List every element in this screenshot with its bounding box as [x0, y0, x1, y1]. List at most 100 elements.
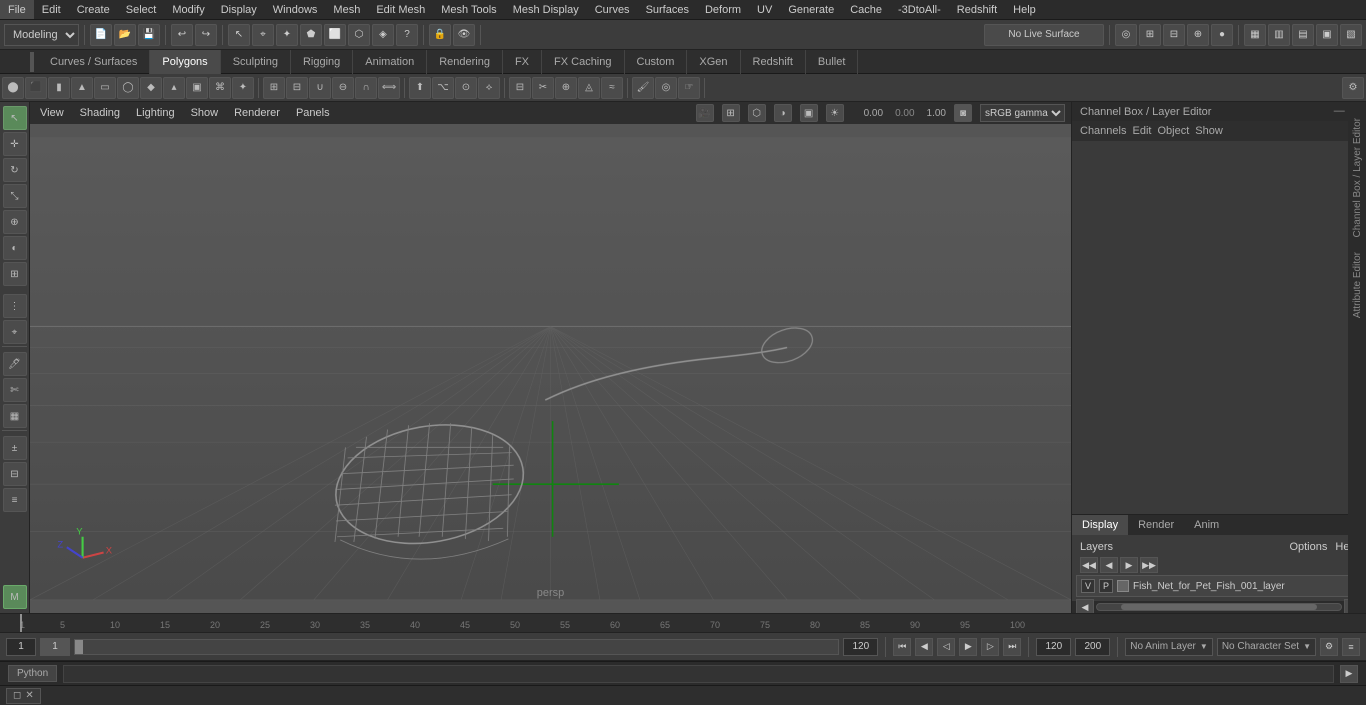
anim-extra-btn[interactable]: ≡	[1342, 638, 1360, 656]
cube-tool[interactable]: ⬛	[25, 77, 47, 99]
skip-to-start-btn[interactable]: ⏮	[893, 638, 911, 656]
skip-to-end-btn[interactable]: ⏭	[1003, 638, 1021, 656]
layout-btn3[interactable]: ▤	[1292, 24, 1314, 46]
scroll-track[interactable]	[1096, 603, 1342, 611]
vp-grid-btn[interactable]: ⊞	[722, 104, 740, 122]
snap-btn1[interactable]: ⬟	[300, 24, 322, 46]
torus-tool[interactable]: ◯	[117, 77, 139, 99]
snap-to-grid[interactable]: ⋮	[3, 294, 27, 318]
anim-tab[interactable]: Anim	[1184, 515, 1229, 535]
layer-nav-left[interactable]: ◀	[1100, 557, 1118, 573]
tab-toggle[interactable]	[30, 52, 34, 72]
playback-start-field[interactable]: 120	[1036, 638, 1071, 656]
play-back-btn[interactable]: ◁	[937, 638, 955, 656]
render-btn5[interactable]: ●	[1211, 24, 1233, 46]
minimize-icon[interactable]: —	[1334, 105, 1345, 118]
layer-btn[interactable]: ≡	[3, 488, 27, 512]
chamfer-tool[interactable]: ⟡	[478, 77, 500, 99]
vp-light-btn[interactable]: ☀	[826, 104, 844, 122]
tab-animation[interactable]: Animation	[353, 50, 427, 74]
tab-curves-surfaces[interactable]: Curves / Surfaces	[38, 50, 150, 74]
lock-btn[interactable]: 🔒	[429, 24, 451, 46]
plane-tool[interactable]: ▭	[94, 77, 116, 99]
universal-manip[interactable]: ⊕	[3, 210, 27, 234]
edit-nav[interactable]: Edit	[1132, 125, 1151, 137]
bool-diff[interactable]: ⊖	[332, 77, 354, 99]
rotate-tool[interactable]: ↻	[3, 158, 27, 182]
vp-wireframe-btn[interactable]: ⬡	[748, 104, 766, 122]
undo-btn[interactable]: ↩	[171, 24, 193, 46]
python-input[interactable]	[63, 665, 1334, 683]
cut-faces[interactable]: ✄	[3, 378, 27, 402]
color-space-icon[interactable]: ◙	[954, 104, 972, 122]
new-scene-btn[interactable]: 📄	[90, 24, 112, 46]
tab-rigging[interactable]: Rigging	[291, 50, 353, 74]
layer-nav-right[interactable]: ▶	[1120, 557, 1138, 573]
tab-sculpting[interactable]: Sculpting	[221, 50, 291, 74]
menu-edit[interactable]: Edit	[34, 0, 69, 19]
timeline-slider[interactable]	[74, 639, 839, 655]
pyramid-tool[interactable]: ▴	[163, 77, 185, 99]
step-back-btn[interactable]: ◀	[915, 638, 933, 656]
redo-btn[interactable]: ↪	[195, 24, 217, 46]
relax-tool[interactable]: ◎	[655, 77, 677, 99]
playback-end-field[interactable]: 200	[1075, 638, 1110, 656]
extrude-tool[interactable]: ⬆	[409, 77, 431, 99]
combine-tool[interactable]: ⊞	[263, 77, 285, 99]
object-nav[interactable]: Object	[1157, 125, 1189, 137]
menu-cache[interactable]: Cache	[842, 0, 890, 19]
menu-curves[interactable]: Curves	[587, 0, 638, 19]
save-scene-btn[interactable]: 💾	[138, 24, 160, 46]
step-forward-btn[interactable]: ▷	[981, 638, 999, 656]
vp-menu-lighting[interactable]: Lighting	[132, 107, 179, 119]
vp-shaded-btn[interactable]: ◑	[774, 104, 792, 122]
mirror-tool[interactable]: ⟺	[378, 77, 400, 99]
select-tool-btn[interactable]: ↖	[228, 24, 250, 46]
render-btn1[interactable]: ◎	[1115, 24, 1137, 46]
sculpt-tool[interactable]: 🖌	[632, 77, 654, 99]
vp-menu-view[interactable]: View	[36, 107, 68, 119]
snap-btn5[interactable]: ?	[396, 24, 418, 46]
vp-texture-btn[interactable]: ▣	[800, 104, 818, 122]
bool-union[interactable]: ∪	[309, 77, 331, 99]
paint-tool-btn[interactable]: ✦	[276, 24, 298, 46]
menu-redshift[interactable]: Redshift	[949, 0, 1005, 19]
timeline[interactable]: 1 5 10 15 20 25 30 35 40 45 50 55 60 65 …	[0, 613, 1366, 633]
separate-tool[interactable]: ⊟	[286, 77, 308, 99]
snap-btn3[interactable]: ⬡	[348, 24, 370, 46]
no-anim-layer-btn[interactable]: No Anim Layer ▼	[1125, 638, 1213, 656]
vp-menu-panels[interactable]: Panels	[292, 107, 334, 119]
tab-fx[interactable]: FX	[503, 50, 542, 74]
menu-display[interactable]: Display	[213, 0, 265, 19]
crease-tool[interactable]: ≈	[601, 77, 623, 99]
helix-tool[interactable]: ⌘	[209, 77, 231, 99]
layers-options[interactable]: Options	[1289, 541, 1327, 553]
bevel-tool[interactable]: ◬	[578, 77, 600, 99]
multi-cut-tool[interactable]: ✂	[532, 77, 554, 99]
vp-menu-show[interactable]: Show	[187, 107, 223, 119]
cylinder-tool[interactable]: ▮	[48, 77, 70, 99]
layer-playback-check[interactable]: P	[1099, 579, 1113, 593]
prism-tool[interactable]: ◆	[140, 77, 162, 99]
menu-mesh-display[interactable]: Mesh Display	[505, 0, 587, 19]
open-scene-btn[interactable]: 📂	[114, 24, 136, 46]
paint-select[interactable]: 🖊	[3, 352, 27, 376]
tab-redshift[interactable]: Redshift	[741, 50, 806, 74]
lasso-tool-btn[interactable]: ⌖	[252, 24, 274, 46]
move-tool[interactable]: ✛	[3, 132, 27, 156]
python-label[interactable]: Python	[8, 665, 57, 682]
tab-fx-caching[interactable]: FX Caching	[542, 50, 624, 74]
sphere-tool[interactable]: ⬤	[2, 77, 24, 99]
menu-mesh-tools[interactable]: Mesh Tools	[433, 0, 504, 19]
layer-nav-left-skip[interactable]: ◀◀	[1080, 557, 1098, 573]
menu-help[interactable]: Help	[1005, 0, 1044, 19]
window-item[interactable]: ◻ ✕	[6, 688, 41, 704]
window-item-close[interactable]: ✕	[25, 690, 33, 701]
soft-select[interactable]: ◐	[3, 236, 27, 260]
connect-tool[interactable]: ⊕	[555, 77, 577, 99]
range-end-field[interactable]: 120	[843, 638, 878, 656]
grab-tool[interactable]: ☞	[678, 77, 700, 99]
scale-tool[interactable]: ⤡	[3, 184, 27, 208]
menu-select[interactable]: Select	[118, 0, 165, 19]
display-tab[interactable]: Display	[1072, 515, 1128, 535]
